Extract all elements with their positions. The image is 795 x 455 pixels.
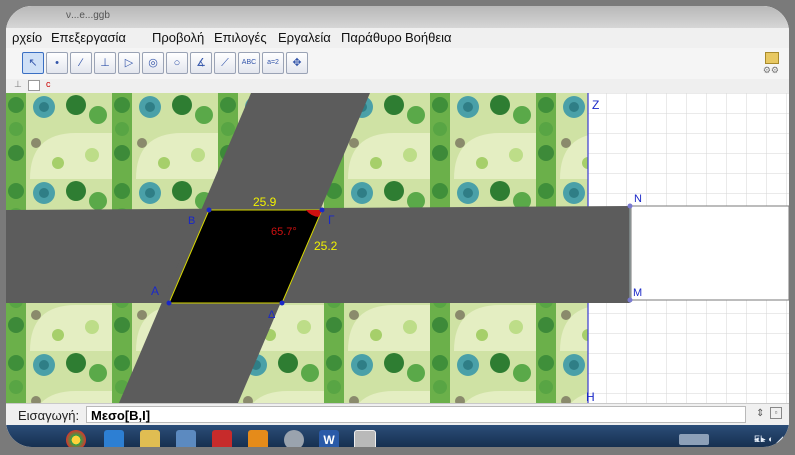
circle-tool-icon[interactable]: ◎ (142, 52, 164, 74)
label-point-m: M (633, 287, 642, 299)
settings-icon[interactable]: ⚙⚙ (763, 65, 779, 76)
point-a[interactable] (166, 300, 172, 306)
axes-toggle-icon[interactable]: ⊥ (14, 79, 22, 90)
polygon-tool-icon[interactable]: ▷ (118, 52, 140, 74)
perpendicular-tool-icon[interactable]: ⊥ (94, 52, 116, 74)
word-icon[interactable]: W (319, 430, 339, 447)
browser-icon[interactable] (104, 430, 124, 447)
input-help-icon[interactable]: ▫ (770, 407, 782, 419)
taskbar: W EL ◂ ▸ ◐ ◢ (6, 425, 789, 447)
label-point-z: Z (592, 98, 599, 112)
move-view-tool-icon[interactable]: ✥ (286, 52, 308, 74)
point-m[interactable] (627, 297, 633, 303)
menu-window[interactable]: Παράθυρο (341, 30, 402, 45)
app-window: ν...e...ggb ρχείο Επεξεργασία Προβολή Επ… (6, 6, 789, 447)
label-point-a: A (151, 284, 159, 298)
point-tool-icon[interactable]: • (46, 52, 68, 74)
tray-toolbar-icon[interactable] (679, 434, 709, 445)
acrobat-icon[interactable] (212, 430, 232, 447)
title-bar: ν...e...ggb (6, 6, 789, 28)
graphics-view[interactable]: B Γ A Δ N M Z H 25.9 25.2 65.7° (6, 93, 789, 404)
label-point-b: B (188, 215, 195, 227)
white-strip (630, 205, 789, 301)
input-field[interactable]: Μεσο[B,I] (86, 406, 746, 423)
menu-file[interactable]: ρχείο (12, 30, 42, 45)
text-tool-icon[interactable]: ABC (238, 52, 260, 74)
angle-tool-icon[interactable]: ∡ (190, 52, 212, 74)
file-explorer-icon[interactable] (140, 430, 160, 447)
point-delta[interactable] (279, 300, 285, 306)
style-bar: ⊥ c (6, 79, 789, 94)
slider-tool-icon[interactable]: a=2 (262, 52, 284, 74)
menu-bar: ρχείο Επεξεργασία Προβολή Επιλογές Εργαλ… (6, 28, 789, 48)
angle-value: 65.7° (271, 226, 297, 238)
side-length-right: 25.2 (314, 239, 338, 253)
menu-tools[interactable]: Εργαλεία (278, 30, 331, 45)
window-title: ν...e...ggb (66, 10, 110, 21)
input-scroll-icon[interactable]: ⇕ (756, 408, 764, 419)
line-tool-icon[interactable]: ∕ (70, 52, 92, 74)
point-n[interactable] (627, 203, 633, 209)
input-label: Εισαγωγή: (18, 408, 80, 423)
grid-toggle-icon[interactable] (28, 80, 40, 91)
circle-three-points-tool-icon[interactable]: ○ (166, 52, 188, 74)
menu-options[interactable]: Επιλογές (214, 30, 267, 45)
move-tool-icon[interactable]: ↖ (22, 52, 44, 74)
toolbar: ↖ • ∕ ⊥ ▷ ◎ ○ ∡ ⟋ ABC a=2 ✥ ⚙⚙ (6, 48, 789, 80)
graphics-canvas[interactable]: B Γ A Δ N M Z H 25.9 25.2 65.7° (6, 93, 789, 404)
tray-icons[interactable]: ◂ ▸ ◐ ◢ (754, 434, 783, 445)
point-gamma[interactable] (319, 207, 325, 213)
menu-view[interactable]: Προβολή (152, 30, 204, 45)
label-point-delta: Δ (268, 309, 276, 321)
label-point-n: N (634, 193, 642, 205)
point-b[interactable] (206, 207, 212, 213)
folder-icon[interactable] (765, 52, 779, 64)
chrome-icon[interactable] (66, 430, 86, 447)
menu-help[interactable]: Βοήθεια (405, 30, 452, 45)
label-point-h: H (586, 390, 595, 403)
network-icon[interactable] (284, 430, 304, 447)
style-color-icon[interactable]: c (46, 79, 51, 89)
geogebra-icon[interactable] (354, 430, 376, 447)
app-icon[interactable] (176, 430, 196, 447)
side-length-top: 25.9 (253, 195, 277, 209)
menu-edit[interactable]: Επεξεργασία (51, 30, 126, 45)
reflect-tool-icon[interactable]: ⟋ (214, 52, 236, 74)
input-bar: Εισαγωγή: Μεσο[B,I] ⇕ ▫ (6, 403, 789, 426)
outlook-icon[interactable] (248, 430, 268, 447)
label-point-gamma: Γ (328, 213, 335, 227)
